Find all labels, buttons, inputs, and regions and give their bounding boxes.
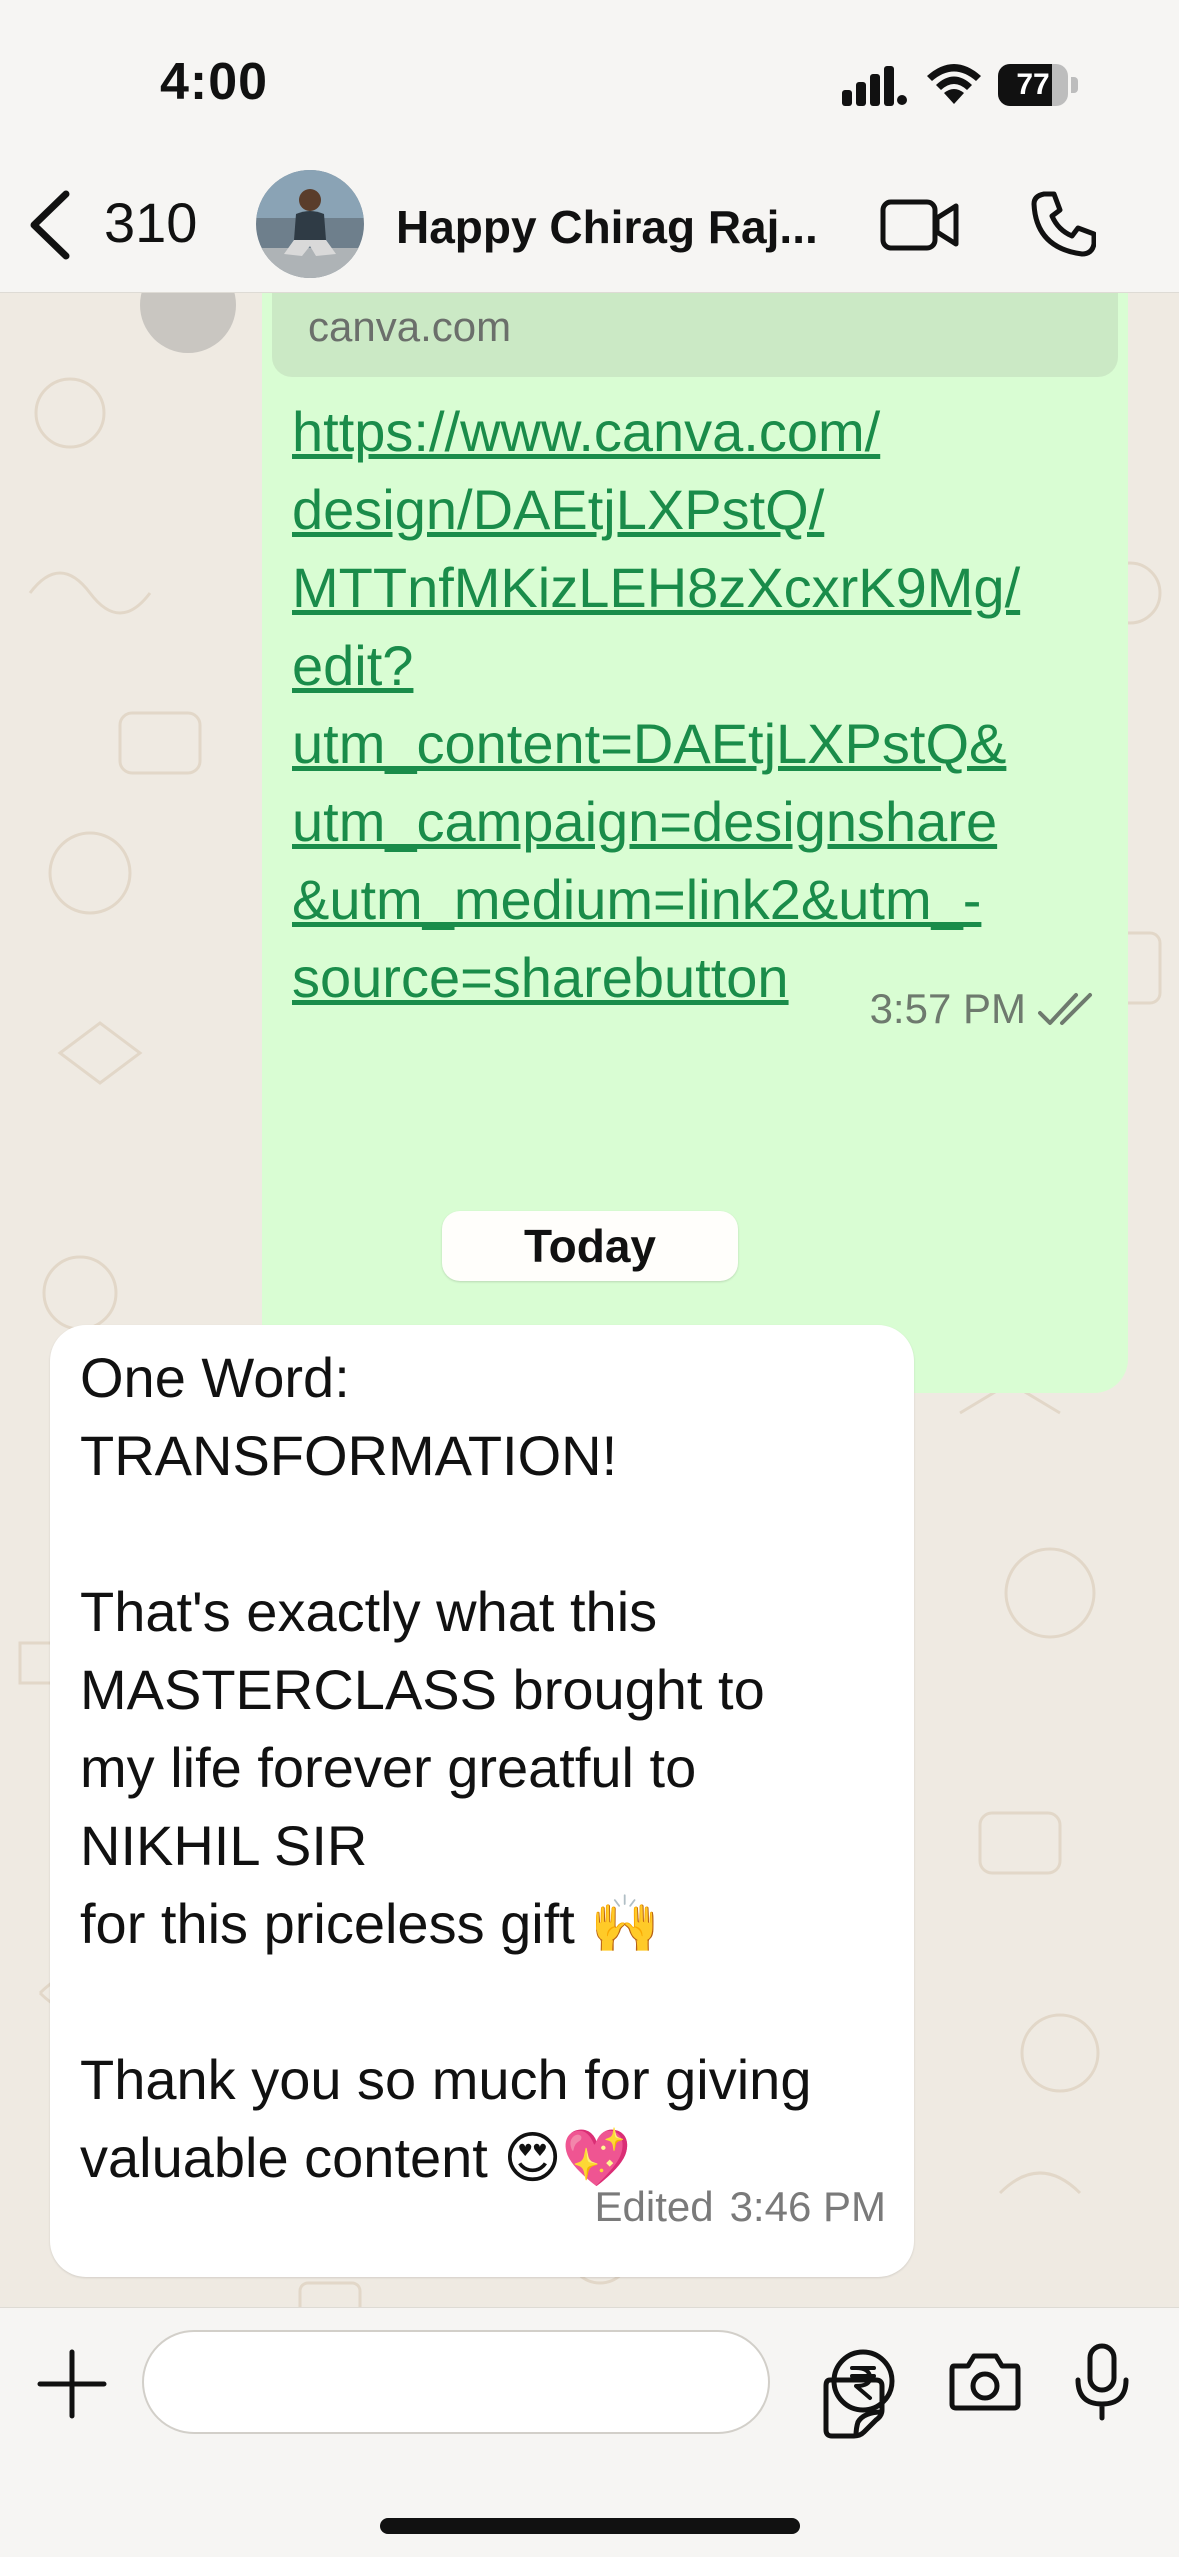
link-preview-domain: canva.com [308,303,512,350]
back-chevron-icon[interactable] [22,188,82,262]
contact-name[interactable]: Happy Chirag Raj... [396,200,818,254]
chat-header: 310 Happy Chirag Raj... [0,160,1179,293]
edited-label: Edited [594,2183,714,2230]
wifi-icon [927,64,981,104]
message-link[interactable]: https://www.canva.com/ design/DAEtjLXPst… [292,393,1112,1017]
camera-icon[interactable] [948,2350,1022,2412]
message-input[interactable] [180,2352,684,2414]
avatar[interactable] [256,170,364,278]
battery-percent: 77 [1016,68,1050,101]
cellular-signal-icon [842,66,907,106]
outgoing-message-time: 3:57 PM [869,985,1026,1032]
input-bar [0,2307,1179,2557]
incoming-message-time: 3:46 PM [729,2183,886,2230]
status-time: 4:00 [160,53,269,111]
message-input-field[interactable] [142,2330,885,2439]
rupee-payment-icon[interactable] [830,2348,896,2414]
unread-count[interactable]: 310 [104,190,197,255]
incoming-message-meta: Edited 3:46 PM [578,2183,886,2231]
status-bar: 4:00 77 [0,0,1179,160]
date-separator: Today [442,1211,738,1281]
chat-area[interactable]: canva.com https://www.canva.com/ design/… [0,293,1179,2307]
battery-icon: 77 [998,64,1078,106]
incoming-message-bubble[interactable]: One Word: TRANSFORMATION! That's exactly… [50,1325,914,2277]
microphone-icon[interactable] [1072,2342,1132,2422]
video-call-icon[interactable] [880,196,960,254]
outgoing-message-meta: 3:57 PM [870,985,1100,1033]
incoming-message-text: One Word: TRANSFORMATION! That's exactly… [80,1346,812,2189]
double-check-icon [1038,993,1092,1025]
link-preview[interactable]: canva.com [272,293,1118,377]
phone-icon[interactable] [1030,190,1096,258]
plus-icon[interactable] [34,2346,110,2422]
home-indicator [380,2518,800,2534]
